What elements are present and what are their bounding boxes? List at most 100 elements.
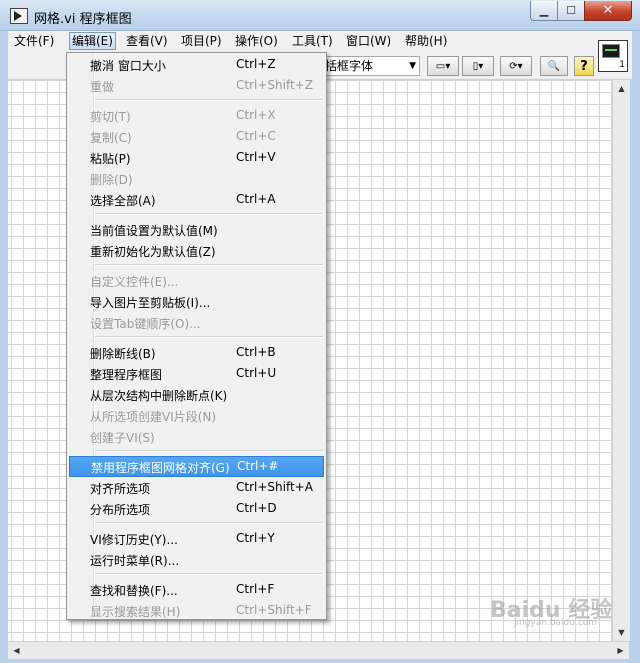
menu-help[interactable]: 帮助(H) [403,32,449,50]
menu-item-show-search-results: 显示搜索结果(H) Ctrl+Shift+F [69,600,324,621]
labview-window: 网格.vi 程序框图 ▁ ☐ ✕ 文件(F) 编辑(E) 查看(V) 项目(P)… [0,0,640,663]
menu-item-label: 设置Tab键顺序(O)... [90,317,201,331]
font-select[interactable]: 括框字体 ▼ [318,56,420,76]
menu-separator [95,450,322,452]
menu-item-label: 选择全部(A) [90,194,156,208]
maximize-button[interactable]: ☐ [557,1,585,21]
menu-item-label: 从层次结构中删除断点(K) [90,389,228,403]
menu-item-label: 禁用程序框图网格对齐(G) [91,461,230,475]
menu-item-label: 从所选项创建VI片段(N) [90,410,217,424]
menu-item-shortcut: Ctrl+Z [236,57,276,71]
menu-item-shortcut: Ctrl+C [236,129,276,143]
menu-operate[interactable]: 操作(O) [233,32,280,50]
menu-item-shortcut: Ctrl+V [236,150,276,164]
menu-item-shortcut: Ctrl+Shift+F [236,603,312,617]
vertical-scrollbar[interactable]: ▲ ▼ [612,80,630,641]
menu-item-create-subvi: 创建子VI(S) [69,426,324,447]
menu-item-label: 撤消 窗口大小 [90,59,166,73]
menu-edit[interactable]: 编辑(E) [69,32,116,50]
menu-item-remove-breakpoints[interactable]: 从层次结构中删除断点(K) [69,384,324,405]
scroll-right-icon[interactable]: ▶ [612,642,629,659]
menu-project[interactable]: 项目(P) [179,32,224,50]
menu-item-copy: 复制(C) Ctrl+C [69,126,324,147]
menu-file[interactable]: 文件(F) [12,32,56,50]
menu-item-label: 自定义控件(E)... [90,275,179,289]
search-button[interactable]: 🔍 [540,56,568,76]
menu-separator [95,264,322,266]
reorder-icon: ⟳▾ [509,60,523,72]
menu-item-label: 整理程序框图 [90,368,163,382]
font-select-value: 括框字体 [325,59,374,73]
menu-separator [95,213,322,215]
menu-item-label: 删除(D) [90,173,133,187]
menu-item-shortcut: Ctrl+D [236,501,277,515]
menu-item-clean-up-diagram[interactable]: 整理程序框图 Ctrl+U [69,363,324,384]
menu-item-disable-grid-alignment[interactable]: 禁用程序框图网格对齐(G) Ctrl+# [69,456,324,477]
menu-window[interactable]: 窗口(W) [344,32,393,50]
menu-item-label: 查找和替换(F)... [90,584,178,598]
menu-item-paste[interactable]: 粘贴(P) Ctrl+V [69,147,324,168]
menu-item-shortcut: Ctrl+Shift+A [236,480,313,494]
help-icon: ? [580,58,588,74]
baidu-watermark: Baidu 经验 jingyan.baidu.com [488,592,638,632]
menu-item-label: VI修订历史(Y)... [90,533,178,547]
menu-separator [95,336,322,338]
menu-item-shortcut: Ctrl+U [236,366,277,380]
vi-icon-number: 1 [619,60,625,70]
menu-item-redo: 重做 Ctrl+Shift+Z [69,75,324,96]
menu-item-vi-revision-history[interactable]: VI修订历史(Y)... Ctrl+Y [69,528,324,549]
align-icon: ▭▾ [435,60,451,72]
menu-item-reinitialize-default[interactable]: 重新初始化为默认值(Z) [69,240,324,261]
menu-item-label: 创建子VI(S) [90,431,155,445]
menu-tools[interactable]: 工具(T) [290,32,335,50]
scroll-up-icon[interactable]: ▲ [613,80,630,97]
menu-separator [95,522,322,524]
menu-item-import-picture[interactable]: 导入图片至剪贴板(I)... [69,291,324,312]
minimize-button[interactable]: ▁ [530,1,558,21]
edit-menu-dropdown: 撤消 窗口大小 Ctrl+Z 重做 Ctrl+Shift+Z 剪切(T) Ctr… [66,52,327,620]
menu-item-label: 剪切(T) [90,110,131,124]
menu-item-label: 导入图片至剪贴板(I)... [90,296,211,310]
context-help-button[interactable]: ? [574,56,594,76]
align-objects-button[interactable]: ▭▾ [427,56,459,76]
scroll-left-icon[interactable]: ◀ [8,642,25,659]
search-icon: 🔍 [547,60,561,72]
watermark-url: jingyan.baidu.com [514,618,598,628]
menu-separator [95,99,322,101]
menu-separator [95,573,322,575]
menu-item-remove-broken-wires[interactable]: 删除断线(B) Ctrl+B [69,342,324,363]
menu-item-runtime-menu[interactable]: 运行时菜单(R)... [69,549,324,570]
window-title: 网格.vi 程序框图 [34,12,132,27]
title-bar[interactable]: 网格.vi 程序框图 ▁ ☐ ✕ [0,0,640,31]
menu-item-set-tab-order: 设置Tab键顺序(O)... [69,312,324,333]
menu-item-align-items[interactable]: 对齐所选项 Ctrl+Shift+A [69,477,324,498]
menu-item-undo[interactable]: 撤消 窗口大小 Ctrl+Z [69,54,324,75]
menu-item-label: 重新初始化为默认值(Z) [90,245,216,259]
menu-item-shortcut: Ctrl+Shift+Z [236,78,313,92]
menu-item-label: 分布所选项 [90,503,151,517]
menu-item-label: 对齐所选项 [90,482,151,496]
horizontal-scrollbar[interactable]: ◀ ▶ [8,641,629,659]
menu-item-select-all[interactable]: 选择全部(A) Ctrl+A [69,189,324,210]
menu-item-label: 重做 [90,80,115,94]
menu-item-distribute-items[interactable]: 分布所选项 Ctrl+D [69,498,324,519]
vi-connector-icon[interactable]: 1 [598,40,628,72]
menu-item-cut: 剪切(T) Ctrl+X [69,105,324,126]
reorder-button[interactable]: ⟳▾ [500,56,532,76]
menu-item-shortcut: Ctrl+# [237,459,279,473]
distribute-objects-button[interactable]: ▯▾ [462,56,494,76]
chevron-down-icon: ▼ [409,61,416,71]
menu-item-make-current-default[interactable]: 当前值设置为默认值(M) [69,219,324,240]
menu-item-label: 显示搜索结果(H) [90,605,181,619]
menu-item-label: 运行时菜单(R)... [90,554,180,568]
close-button[interactable]: ✕ [584,1,632,21]
monitor-icon [602,44,620,58]
menu-item-find-replace[interactable]: 查找和替换(F)... Ctrl+F [69,579,324,600]
menu-item-label: 当前值设置为默认值(M) [90,224,218,238]
menu-view[interactable]: 查看(V) [124,32,170,50]
menu-item-shortcut: Ctrl+F [236,582,275,596]
menu-item-label: 粘贴(P) [90,152,131,166]
menu-item-shortcut: Ctrl+A [236,192,276,206]
menu-item-customize-control: 自定义控件(E)... [69,270,324,291]
menu-bar: 文件(F) 编辑(E) 查看(V) 项目(P) 操作(O) 工具(T) 窗口(W… [8,31,632,51]
